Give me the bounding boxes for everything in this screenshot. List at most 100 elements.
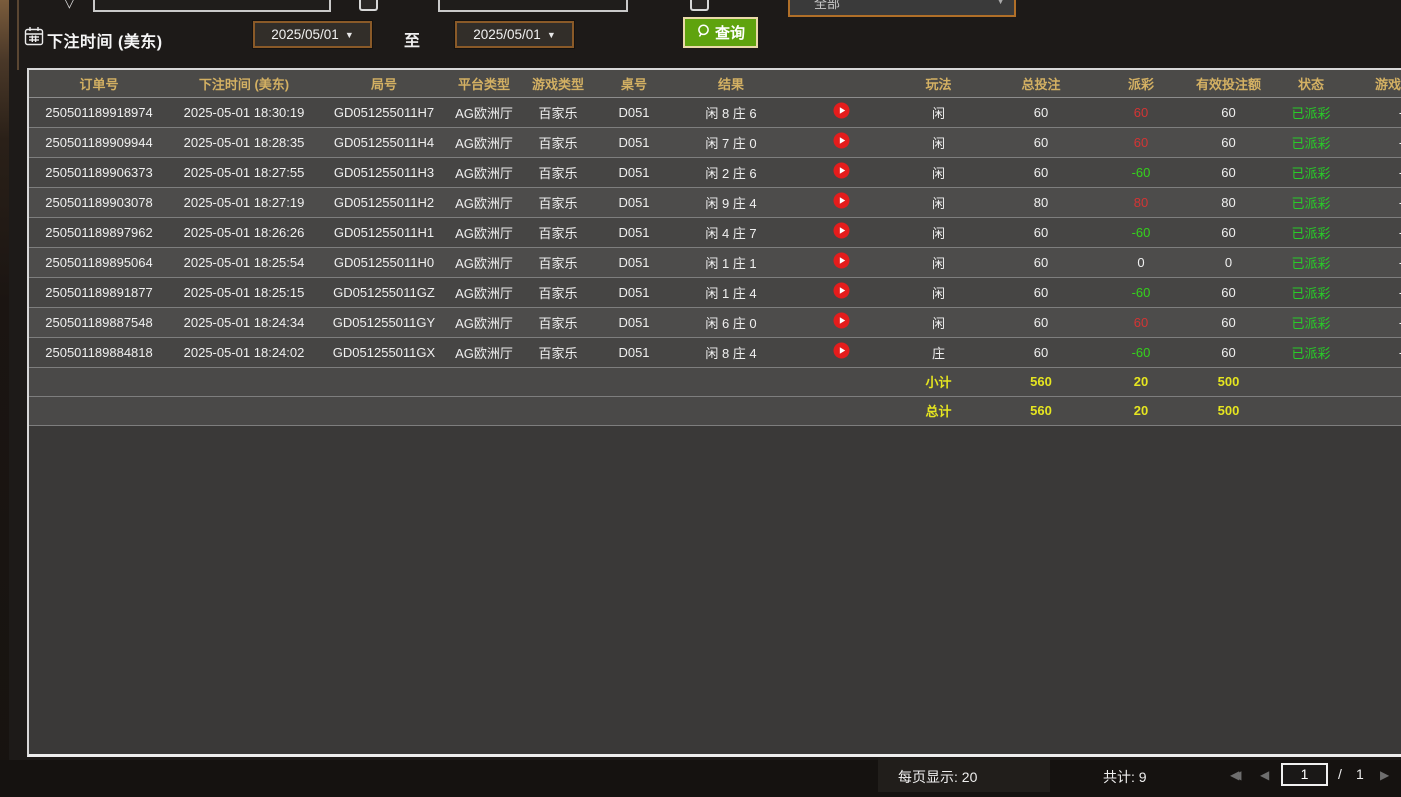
cell-total_bet: 60 bbox=[986, 97, 1096, 127]
cell-mode: - bbox=[1351, 247, 1401, 277]
empty-cell bbox=[597, 367, 671, 396]
cell-table_no: D051 bbox=[597, 307, 671, 337]
cell-valid_bet: 60 bbox=[1186, 127, 1271, 157]
play-video-button[interactable] bbox=[791, 127, 891, 157]
table-body: 2505011899189742025-05-01 18:30:19GD0512… bbox=[29, 97, 1401, 425]
cell-play: 闲 bbox=[891, 217, 986, 247]
cell-play: 庄 bbox=[891, 337, 986, 367]
bet-time-label: 下注时间 (美东) bbox=[47, 28, 163, 52]
column-header-validbet: 有效投注额 bbox=[1186, 70, 1271, 97]
cell-status: 已派彩 bbox=[1271, 277, 1351, 307]
cell-game_type: 百家乐 bbox=[519, 337, 597, 367]
cell-play: 闲 bbox=[891, 187, 986, 217]
column-header-play: 玩法 bbox=[891, 70, 986, 97]
cell-round_id: GD051255011H3 bbox=[319, 157, 449, 187]
cell-mode: - bbox=[1351, 307, 1401, 337]
empty-cell bbox=[169, 396, 319, 425]
top-input-partial-2[interactable] bbox=[438, 0, 628, 12]
column-header-play bbox=[791, 70, 891, 97]
cell-game_type: 百家乐 bbox=[519, 187, 597, 217]
pagination-bar: 每页显示: 20 共计: 9 ◀◀ ◀ 1 / 1 ▶ bbox=[0, 760, 1401, 797]
empty-cell bbox=[1271, 396, 1351, 425]
empty-cell bbox=[671, 396, 791, 425]
calendar-icon-partial-2[interactable] bbox=[690, 0, 709, 11]
column-header-orderid: 订单号 bbox=[29, 70, 169, 97]
cell-order_id: 250501189909944 bbox=[29, 127, 169, 157]
cell-round_id: GD051255011GZ bbox=[319, 277, 449, 307]
cell-bet_time: 2025-05-01 18:24:02 bbox=[169, 337, 319, 367]
empty-cell bbox=[519, 396, 597, 425]
cell-total_bet: 80 bbox=[986, 187, 1096, 217]
page-number-input[interactable]: 1 bbox=[1281, 763, 1328, 786]
cell-total_bet: 60 bbox=[986, 307, 1096, 337]
chevron-down-icon: ▼ bbox=[345, 30, 354, 40]
calendar-icon-partial-1[interactable] bbox=[359, 0, 378, 11]
cell-platform: AG欧洲厅 bbox=[449, 277, 519, 307]
date-to-select[interactable]: 2025/05/01 ▼ bbox=[455, 21, 574, 48]
chevron-down-icon: ▼ bbox=[547, 30, 556, 40]
cell-payout: 60 bbox=[1096, 127, 1186, 157]
cell-mode: - bbox=[1351, 277, 1401, 307]
empty-cell bbox=[1271, 367, 1351, 396]
cell-mode: - bbox=[1351, 127, 1401, 157]
cell-play: 闲 bbox=[891, 277, 986, 307]
query-button[interactable]: 查询 bbox=[683, 17, 758, 48]
cell-table_no: D051 bbox=[597, 337, 671, 367]
empty-cell bbox=[1351, 396, 1401, 425]
empty-cell bbox=[169, 367, 319, 396]
search-icon bbox=[696, 23, 712, 43]
play-video-button[interactable] bbox=[791, 307, 891, 337]
top-input-partial-1[interactable] bbox=[93, 0, 331, 12]
cell-status: 已派彩 bbox=[1271, 247, 1351, 277]
cell-order_id: 250501189891877 bbox=[29, 277, 169, 307]
cell-order_id: 250501189918974 bbox=[29, 97, 169, 127]
cell-table_no: D051 bbox=[597, 247, 671, 277]
cell-game_type: 百家乐 bbox=[519, 157, 597, 187]
column-header-bettime: 下注时间 (美东) bbox=[169, 70, 319, 97]
cell-total_bet: 60 bbox=[986, 247, 1096, 277]
table-row: 2505011898979622025-05-01 18:26:26GD0512… bbox=[29, 217, 1401, 247]
per-page-label: 每页显示: 20 bbox=[898, 767, 977, 787]
cell-result: 闲 4 庄 7 bbox=[671, 217, 791, 247]
cell-status: 已派彩 bbox=[1271, 337, 1351, 367]
play-video-button[interactable] bbox=[791, 337, 891, 367]
play-video-button[interactable] bbox=[791, 187, 891, 217]
column-header-roundid: 局号 bbox=[319, 70, 449, 97]
cell-payout: 60 bbox=[1096, 307, 1186, 337]
play-video-button[interactable] bbox=[791, 217, 891, 247]
cell-round_id: GD051255011H7 bbox=[319, 97, 449, 127]
cell-status: 已派彩 bbox=[1271, 187, 1351, 217]
cell-platform: AG欧洲厅 bbox=[449, 187, 519, 217]
empty-cell bbox=[449, 367, 519, 396]
column-header-status: 状态 bbox=[1271, 70, 1351, 97]
empty-cell bbox=[519, 367, 597, 396]
cell-play: 闲 bbox=[891, 157, 986, 187]
calendar-icon bbox=[24, 26, 44, 51]
chevron-down-icon: ▽ bbox=[64, 0, 75, 11]
cell-result: 闲 1 庄 1 bbox=[671, 247, 791, 277]
previous-page-button[interactable]: ◀ bbox=[1260, 768, 1269, 782]
date-from-select[interactable]: 2025/05/01 ▼ bbox=[253, 21, 372, 48]
column-header-platform: 平台类型 bbox=[449, 70, 519, 97]
query-button-label: 查询 bbox=[715, 22, 745, 43]
cell-table_no: D051 bbox=[597, 187, 671, 217]
play-video-button[interactable] bbox=[791, 157, 891, 187]
cell-valid_bet: 0 bbox=[1186, 247, 1271, 277]
cell-mode: - bbox=[1351, 157, 1401, 187]
play-video-button[interactable] bbox=[791, 97, 891, 127]
empty-cell bbox=[791, 396, 891, 425]
table-row: 2505011898875482025-05-01 18:24:34GD0512… bbox=[29, 307, 1401, 337]
play-video-button[interactable] bbox=[791, 247, 891, 277]
total-row-payout: 20 bbox=[1096, 396, 1186, 425]
next-page-button[interactable]: ▶ bbox=[1380, 768, 1389, 782]
play-video-button[interactable] bbox=[791, 277, 891, 307]
subtotal-row: 小计56020500 bbox=[29, 367, 1401, 396]
total-row-total-bet: 560 bbox=[986, 396, 1096, 425]
empty-cell bbox=[597, 396, 671, 425]
total-pages-label: 1 bbox=[1356, 766, 1364, 782]
records-table-container: 订单号下注时间 (美东)局号平台类型游戏类型桌号结果玩法总投注派彩有效投注额状态… bbox=[27, 68, 1401, 757]
cell-bet_time: 2025-05-01 18:24:34 bbox=[169, 307, 319, 337]
cell-valid_bet: 60 bbox=[1186, 157, 1271, 187]
first-page-button[interactable]: ◀◀ bbox=[1230, 768, 1254, 782]
cell-platform: AG欧洲厅 bbox=[449, 307, 519, 337]
